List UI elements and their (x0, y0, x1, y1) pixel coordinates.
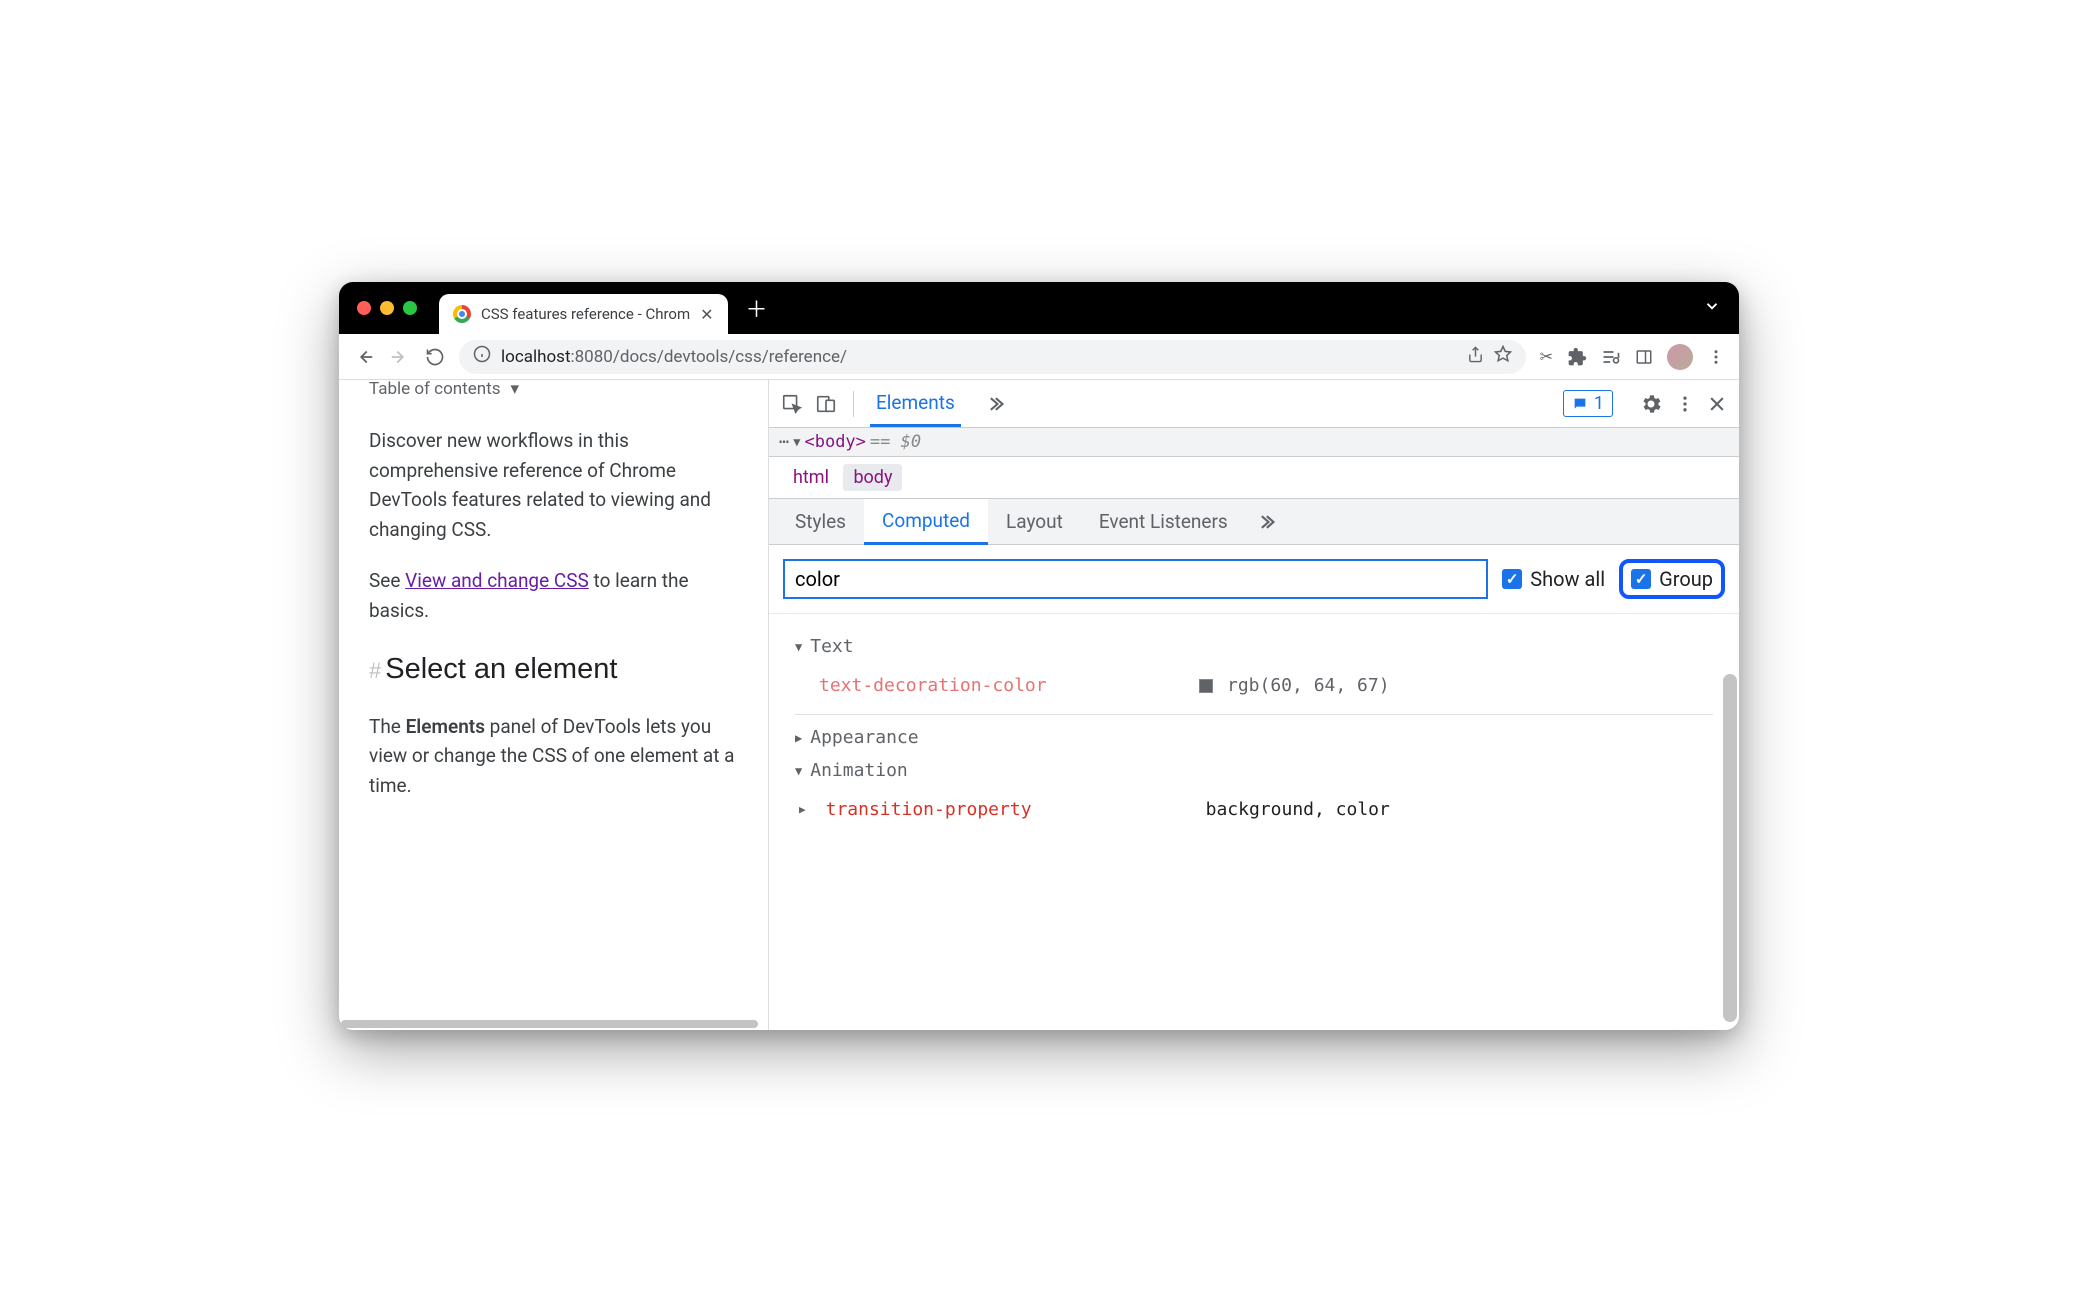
new-tab-button[interactable]: ＋ (746, 292, 768, 324)
expand-triangle-icon[interactable]: ▼ (793, 435, 800, 449)
crumb-body[interactable]: body (843, 464, 902, 491)
group-text[interactable]: ▼ Text (795, 636, 1713, 657)
close-window-button[interactable] (357, 301, 371, 315)
tab-bar: CSS features reference - Chrom ✕ ＋ (339, 282, 1739, 334)
omnibox[interactable]: localhost:8080/docs/devtools/css/referen… (459, 340, 1526, 374)
browser-tab[interactable]: CSS features reference - Chrom ✕ (439, 294, 728, 334)
collapse-triangle-icon: ▶ (799, 803, 806, 816)
bookmark-icon[interactable] (1494, 345, 1512, 368)
subtab-event-listeners[interactable]: Event Listeners (1081, 500, 1246, 543)
url-bar: localhost:8080/docs/devtools/css/referen… (339, 334, 1739, 380)
reload-button[interactable] (425, 347, 445, 367)
messages-badge[interactable]: 1 (1563, 390, 1613, 417)
minimize-window-button[interactable] (380, 301, 394, 315)
anchor-hash[interactable]: # (369, 658, 381, 683)
scissors-icon[interactable]: ✂ (1540, 347, 1553, 366)
computed-properties: ▼ Text text-decoration-color rgb(60, 64,… (769, 614, 1739, 1030)
forward-button[interactable] (389, 346, 411, 368)
close-devtools-icon[interactable] (1707, 394, 1727, 414)
devtools-menu-icon[interactable] (1675, 394, 1695, 414)
content-area: Table of contents ▾ Discover new workflo… (339, 380, 1739, 1030)
playlist-icon[interactable] (1601, 347, 1621, 367)
more-tabs-icon[interactable] (985, 394, 1005, 414)
color-swatch[interactable] (1199, 679, 1213, 693)
collapse-triangle-icon: ▶ (795, 731, 802, 745)
page-content: Table of contents ▾ Discover new workflo… (339, 380, 769, 1030)
toc-toggle[interactable]: Table of contents ▾ (369, 380, 748, 402)
see-paragraph: See View and change CSS to learn the bas… (369, 566, 748, 625)
subtab-styles[interactable]: Styles (777, 500, 864, 543)
ellipsis-icon: ⋯ (779, 432, 789, 452)
elements-paragraph: The Elements panel of DevTools lets you … (369, 712, 748, 800)
expand-triangle-icon: ▼ (795, 764, 802, 778)
share-icon[interactable] (1467, 346, 1484, 368)
group-animation[interactable]: ▼ Animation (795, 760, 1713, 781)
show-all-checkbox[interactable]: Show all (1502, 567, 1605, 591)
group-appearance[interactable]: ▶ Appearance (795, 727, 1713, 748)
chevron-down-icon: ▾ (510, 380, 519, 402)
styles-subtabs: Styles Computed Layout Event Listeners (769, 499, 1739, 545)
settings-icon[interactable] (1639, 392, 1663, 416)
devtools-panel: Elements 1 ⋯ (769, 380, 1739, 1030)
maximize-window-button[interactable] (403, 301, 417, 315)
property-row[interactable]: text-decoration-color rgb(60, 64, 67) (795, 669, 1713, 715)
expand-triangle-icon: ▼ (795, 640, 802, 654)
checkbox-icon (1631, 569, 1651, 589)
close-tab-icon[interactable]: ✕ (700, 305, 713, 324)
devtools-toolbar: Elements 1 (769, 380, 1739, 428)
vertical-scrollbar[interactable] (1723, 674, 1737, 1022)
device-toggle-icon[interactable] (815, 393, 837, 415)
chrome-icon (453, 305, 471, 323)
view-change-css-link[interactable]: View and change CSS (405, 569, 589, 592)
section-heading: #Select an element (369, 647, 748, 692)
computed-filter-bar: Show all Group (769, 545, 1739, 614)
intro-paragraph: Discover new workflows in this comprehen… (369, 426, 748, 544)
back-button[interactable] (353, 346, 375, 368)
filter-input[interactable] (783, 559, 1488, 599)
property-row[interactable]: ▶ transition-property background, color (795, 793, 1713, 838)
url-text: localhost:8080/docs/devtools/css/referen… (501, 347, 847, 367)
more-subtabs-icon[interactable] (1246, 512, 1286, 532)
window-controls (357, 301, 417, 315)
group-checkbox[interactable]: Group (1619, 559, 1725, 599)
crumb-html[interactable]: html (783, 464, 839, 491)
site-info-icon[interactable] (473, 345, 491, 368)
tab-elements[interactable]: Elements (870, 381, 961, 427)
tabs-menu-icon[interactable] (1703, 297, 1721, 319)
profile-avatar[interactable] (1667, 344, 1693, 370)
tab-title: CSS features reference - Chrom (481, 305, 690, 323)
breadcrumb: html body (769, 457, 1739, 499)
subtab-layout[interactable]: Layout (988, 500, 1081, 543)
checkbox-icon (1502, 569, 1522, 589)
horizontal-scrollbar[interactable] (341, 1020, 758, 1028)
subtab-computed[interactable]: Computed (864, 499, 988, 545)
chrome-menu-icon[interactable] (1707, 348, 1725, 366)
inspect-icon[interactable] (781, 393, 803, 415)
panel-icon[interactable] (1635, 348, 1653, 366)
extensions-icon[interactable] (1567, 347, 1587, 367)
dom-selected-element[interactable]: ⋯ ▼ <body> == $0 (769, 428, 1739, 457)
browser-window: CSS features reference - Chrom ✕ ＋ local… (339, 282, 1739, 1030)
